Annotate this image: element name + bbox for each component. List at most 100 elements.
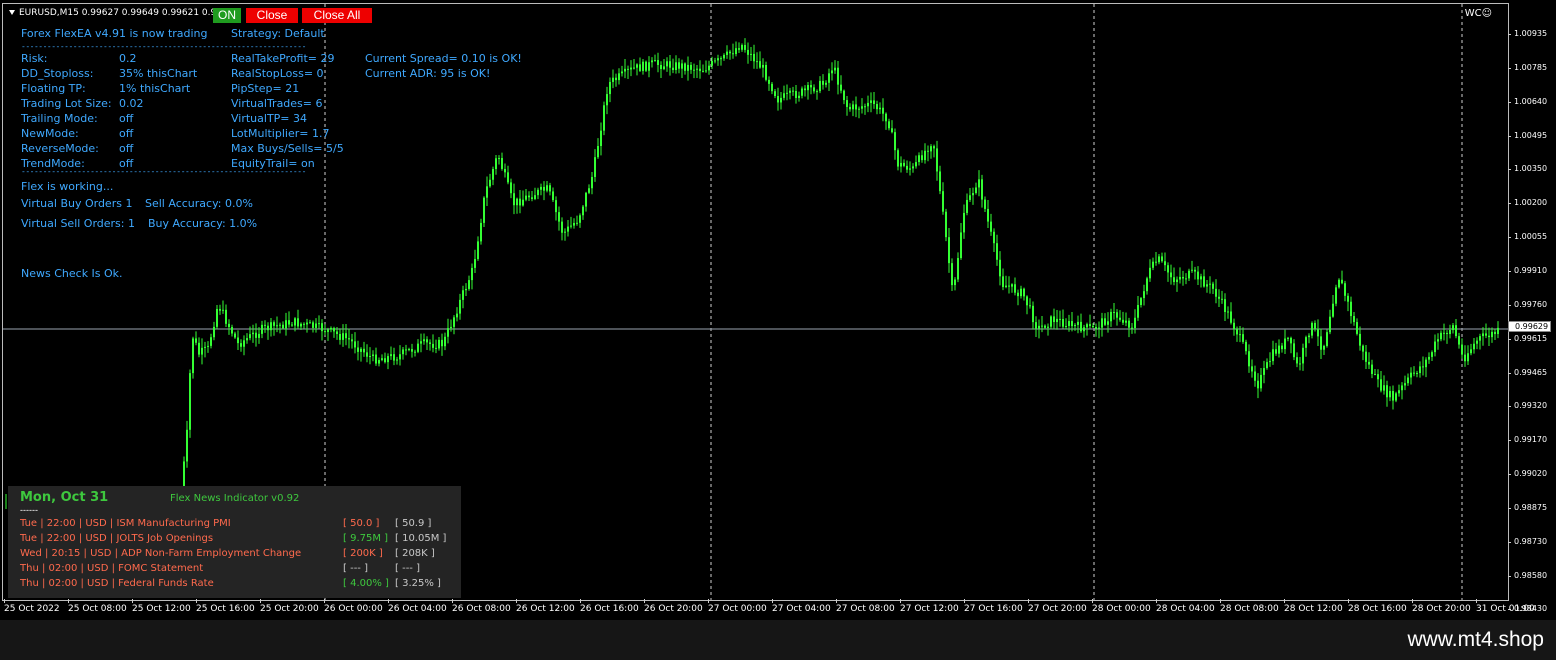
price-tick-label: 0.98730 (1514, 536, 1548, 546)
candle-body (1071, 321, 1073, 327)
candle-body (921, 155, 923, 161)
news-event-text: Tue | 22:00 | USD | ISM Manufacturing PM… (20, 518, 231, 529)
candle-body (453, 317, 455, 327)
candle-body (684, 63, 686, 71)
candle-body (1194, 269, 1196, 272)
candle-body (1047, 326, 1049, 328)
candle-body (753, 53, 755, 62)
candle-body (648, 62, 650, 71)
candle-body (813, 87, 815, 92)
news-event-row: Tue | 22:00 | USD | ISM Manufacturing PM… (20, 518, 431, 529)
time-axis[interactable]: 25 Oct 2022 25 Oct 08:00 25 Oct 12:00 25 Oc… (2, 599, 1535, 620)
candle-body (1032, 305, 1034, 323)
candle-body (960, 232, 962, 259)
price-tick: 0.98580 (1508, 571, 1547, 580)
candle-body (480, 222, 482, 242)
candle-body (924, 150, 926, 161)
candle-body (951, 263, 953, 286)
price-tick-label: 1.00495 (1514, 130, 1548, 140)
candle-body (1266, 362, 1268, 369)
candle-body (495, 158, 497, 170)
candle-body (1251, 366, 1253, 372)
candle-body (819, 80, 821, 92)
candle-body (1122, 319, 1124, 323)
candle-body (690, 64, 692, 70)
candle-body (726, 51, 728, 55)
dropdown-triangle-icon[interactable] (9, 10, 15, 15)
candle-body (1386, 385, 1388, 398)
candle-body (783, 93, 785, 98)
ea-row-value: off (119, 142, 134, 155)
candle-body (396, 359, 398, 361)
wc-indicator[interactable]: WC☺ (1465, 8, 1492, 19)
candle-body (888, 121, 890, 129)
candle-body (1371, 364, 1373, 374)
price-axis[interactable]: 1.00935 1.00785 1.00640 1.00495 1.00350 1.002… (1508, 3, 1556, 613)
candle-body (1182, 276, 1184, 279)
price-tick: 1.00055 (1508, 232, 1547, 241)
candle-body (1260, 374, 1262, 389)
ea-row-status: Current ADR: 95 is OK! (365, 67, 491, 80)
symbol-info[interactable]: EURUSD,M15 0.99627 0.99649 0.99621 0.99 (9, 8, 222, 18)
candle-body (954, 279, 956, 286)
candle-body (492, 169, 494, 180)
candle-body (600, 130, 602, 147)
candle-body (711, 60, 713, 66)
candle-body (957, 258, 959, 280)
candle-body (723, 54, 725, 59)
candle-body (1020, 288, 1022, 297)
candle-body (588, 188, 590, 193)
candle-body (870, 100, 872, 103)
candle-body (789, 90, 791, 93)
candle-body (1017, 292, 1019, 297)
candle-body (804, 88, 806, 91)
price-tick: 1.00785 (1508, 63, 1547, 72)
candle-body (597, 146, 599, 158)
news-dashes: ------ (20, 505, 38, 515)
time-tick-label: 27 Oct 12:00 (900, 599, 959, 614)
candle-body (774, 91, 776, 96)
candle-body (1206, 284, 1208, 287)
candle-body (750, 53, 752, 55)
candle-body (810, 85, 812, 88)
close-button[interactable]: Close (246, 8, 298, 23)
candle-body (1416, 373, 1418, 375)
close-all-button[interactable]: Close All (302, 8, 372, 23)
candle-body (1404, 383, 1406, 386)
candle-body (549, 185, 551, 192)
candle-body (501, 158, 503, 169)
candle-body (762, 64, 764, 68)
candle-body (534, 195, 536, 199)
candle-body (306, 322, 308, 325)
candle-body (279, 324, 281, 326)
news-check-status: News Check Is Ok. (21, 267, 123, 280)
candle-body (216, 308, 218, 327)
price-tick: 0.99615 (1508, 334, 1547, 343)
candle-body (1011, 284, 1013, 287)
candle-body (780, 97, 782, 103)
price-tick-label: 0.99615 (1514, 333, 1548, 343)
candle-body (447, 328, 449, 337)
price-tick-label: 0.98580 (1514, 570, 1548, 580)
candle-body (201, 347, 203, 355)
candle-body (1440, 332, 1442, 340)
price-tick: 1.00495 (1508, 131, 1547, 140)
ea-row-param: RealStopLoss= 0 (231, 67, 324, 80)
candle-body (522, 199, 524, 206)
time-tick-label: 28 Oct 08:00 (1220, 599, 1279, 614)
candle-body (561, 221, 563, 233)
candle-body (579, 215, 581, 223)
smiley-icon: ☺ (1481, 8, 1492, 19)
candle-body (1053, 316, 1055, 323)
candle-body (786, 92, 788, 94)
candle-body (1455, 325, 1457, 337)
news-event-previous: [ 208K ] (395, 548, 435, 559)
candle-body (627, 68, 629, 70)
candle-body (1389, 391, 1391, 398)
candle-body (261, 324, 263, 334)
candle-body (1293, 343, 1295, 358)
on-button[interactable]: ON (213, 8, 241, 23)
candle-body (1392, 391, 1394, 401)
time-tick-label: 31 Oct 01:00 (1476, 599, 1535, 614)
buy-accuracy: Buy Accuracy: 1.0% (148, 217, 258, 230)
